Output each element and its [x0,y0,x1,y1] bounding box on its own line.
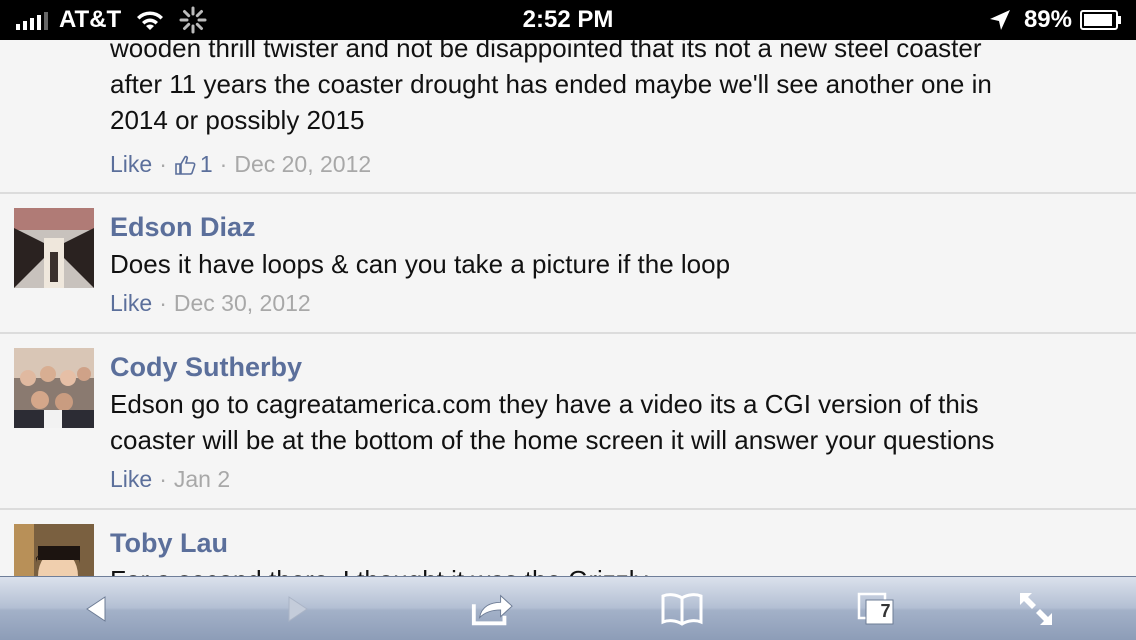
tabs-count: 7 [880,601,891,621]
comment-text-line: For a second there, I thought it was the… [110,562,1120,576]
avatar[interactable] [14,348,94,428]
like-link[interactable]: Like [110,151,152,178]
avatar[interactable] [14,524,94,576]
comment-author[interactable]: Edson Diaz [110,210,256,244]
like-count: 1 [199,151,213,177]
thumbs-up-icon [175,155,196,175]
comment-text: wooden thrill twister and not be disappo… [110,40,1120,138]
separator: · [159,466,167,492]
share-button[interactable] [470,589,514,629]
bookmarks-icon [661,593,703,626]
comment-item: Cody Sutherby Edson go to cagreatamerica… [0,334,1136,510]
comment-item: Toby Lau For a second there, I thought i… [0,510,1136,576]
separator: · [219,151,228,177]
comment-meta: Like · Jan 2 [110,466,230,493]
comment-author[interactable]: Cody Sutherby [110,350,302,384]
status-time: 2:52 PM [522,6,614,33]
comment-text-line: 2014 or possibly 2015 [110,105,365,135]
comment-text: Edson go to cagreatamerica.com they have… [110,386,1120,458]
comment-text-line: Does it have loops & can you take a pict… [110,249,731,279]
forward-icon [288,596,308,622]
fullscreen-icon [1020,593,1052,625]
forward-button[interactable] [276,589,320,629]
battery-icon [1080,10,1121,30]
status-right: 89% [988,6,1122,34]
comment-text: Does it have loops & can you take a pict… [110,246,1120,282]
comment-item: Edson Diaz Does it have loops & can you … [0,194,1136,334]
fullscreen-button[interactable] [1014,589,1058,629]
comment-text-line: coaster will be at the bottom of the hom… [110,425,995,455]
tabs-button[interactable]: 7 [854,589,898,629]
avatar[interactable] [14,208,94,288]
comment-text-line: Edson go to cagreatamerica.com they have… [110,389,979,419]
browser-toolbar: 7 [0,576,1136,640]
share-icon [471,594,513,626]
location-arrow-icon [989,10,1010,30]
comment-meta: Like · 1 · Dec 20, 2012 [110,151,371,178]
comment-date: Dec 20, 2012 [234,151,372,177]
comment-text: For a second there, I thought it was the… [110,562,1120,576]
comment-text-line: after 11 years the coaster drought has e… [110,69,992,99]
status-bar: AT&T 2:52 PM 89% [0,0,1136,40]
comment-author[interactable]: Toby Lau [110,526,228,560]
comment-item: wooden thrill twister and not be disappo… [0,40,1136,194]
safari-screen: AT&T 2:52 PM 89% wooden thrill twister a… [0,0,1136,640]
back-icon [86,596,106,622]
like-link[interactable]: Like [110,290,152,317]
like-link[interactable]: Like [110,466,152,493]
back-button[interactable] [74,589,118,629]
bookmarks-button[interactable] [660,589,704,629]
comment-date: Jan 2 [173,466,231,492]
comment-meta: Like · Dec 30, 2012 [110,290,311,317]
separator: · [159,290,167,316]
comment-date: Dec 30, 2012 [173,290,311,316]
comments-list: wooden thrill twister and not be disappo… [0,40,1136,576]
separator: · [159,151,167,177]
comment-text-line: wooden thrill twister and not be disappo… [110,40,982,63]
battery-percent: 89% [1023,6,1072,33]
